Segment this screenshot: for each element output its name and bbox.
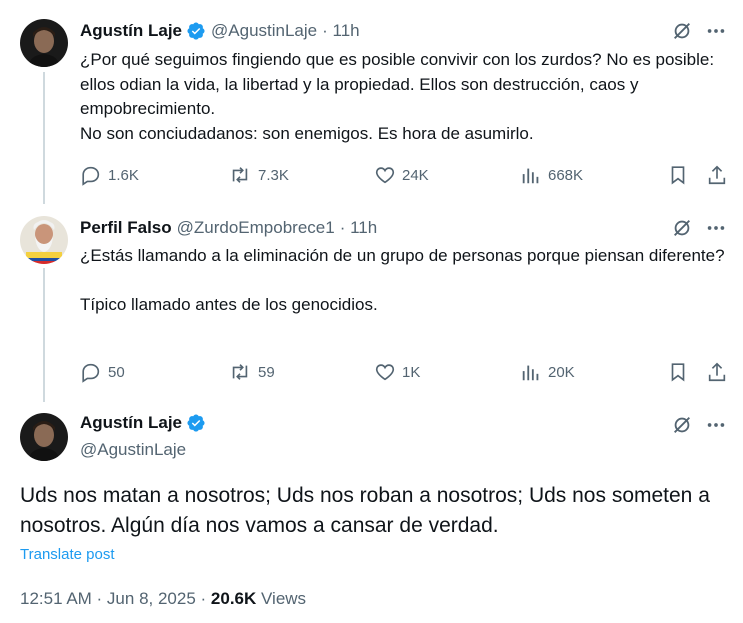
grok-icon[interactable] (671, 414, 693, 436)
more-icon[interactable] (705, 414, 727, 436)
like-button[interactable]: 1K (374, 361, 420, 383)
views-count: 668K (548, 166, 584, 184)
repost-button[interactable]: 59 (228, 361, 275, 383)
author-name[interactable]: Perfil Falso (80, 218, 172, 238)
bookmark-icon (671, 166, 685, 185)
author-name-row: Agustín Laje (80, 413, 206, 433)
views-total: 20.6K (210, 589, 257, 608)
author-handle[interactable]: @AgustinLaje (211, 21, 317, 41)
author-handle[interactable]: @ZurdoEmpobrece1 (177, 218, 335, 238)
avatar-perfil-falso[interactable] (20, 216, 68, 264)
thread-line (43, 72, 45, 204)
repost-count: 7.3K (258, 166, 289, 184)
author-handle[interactable]: @AgustinLaje (80, 440, 186, 460)
reply-count: 1.6K (108, 166, 139, 184)
bookmark-button[interactable] (667, 164, 689, 186)
views-count: 20K (548, 363, 575, 381)
more-icon[interactable] (705, 20, 727, 42)
like-count: 24K (402, 166, 429, 184)
views-button[interactable]: 668K (520, 164, 583, 186)
tweet-header: Perfil Falso @ZurdoEmpobrece1 · 11h (80, 217, 377, 239)
repost-button[interactable]: 7.3K (228, 164, 289, 186)
tweet-actions: 1.6K 7.3K 24K 668K (80, 163, 730, 187)
verified-badge-icon (186, 21, 206, 41)
tweet-header: Agustín Laje @AgustinLaje · 11h (80, 20, 360, 42)
repost-count: 59 (258, 363, 275, 381)
author-name[interactable]: Agustín Laje (80, 413, 182, 433)
tweet-actions: 50 59 1K 20K (80, 360, 730, 384)
tweet-time[interactable]: · 11h (340, 218, 378, 238)
grok-icon[interactable] (671, 20, 693, 42)
tweet-top-icons (671, 20, 727, 42)
timestamp[interactable]: 12:51 AM · Jun 8, 2025 · (20, 589, 211, 608)
tweet-time[interactable]: · 11h (322, 21, 360, 41)
reply-count: 50 (108, 363, 125, 381)
tweet-meta: 12:51 AM · Jun 8, 2025 · 20.6K Views (20, 589, 306, 609)
tweet-top-icons (671, 217, 727, 239)
views-icon (522, 365, 539, 381)
bookmark-icon (671, 363, 685, 382)
tweet-text: ¿Estás llamando a la eliminación de un g… (80, 246, 725, 314)
tweet-text: ¿Por qué seguimos fingiendo que es posib… (80, 50, 715, 143)
bookmark-button[interactable] (667, 361, 689, 383)
avatar-agustin-laje[interactable] (20, 19, 68, 67)
share-button[interactable] (706, 164, 728, 186)
like-icon (375, 167, 395, 184)
reply-icon (82, 363, 100, 383)
reply-icon (82, 166, 100, 186)
more-icon[interactable] (705, 217, 727, 239)
views-button[interactable]: 20K (520, 361, 575, 383)
views-label: Views (256, 589, 307, 608)
share-icon (708, 362, 726, 382)
share-button[interactable] (706, 361, 728, 383)
like-icon (375, 364, 395, 381)
thread-line (43, 268, 45, 402)
avatar-agustin-laje[interactable] (20, 413, 68, 461)
like-count: 1K (402, 363, 421, 381)
share-icon (708, 165, 726, 185)
main-tweet-text: Uds nos matan a nosotros; Uds nos roban … (20, 484, 710, 537)
repost-icon (232, 167, 248, 183)
author-name[interactable]: Agustín Laje (80, 21, 182, 41)
reply-button[interactable]: 50 (80, 361, 125, 383)
repost-icon (232, 364, 248, 380)
like-button[interactable]: 24K (374, 164, 429, 186)
grok-icon[interactable] (671, 217, 693, 239)
views-icon (522, 168, 539, 184)
tweet-top-icons (671, 414, 727, 436)
verified-badge-icon (186, 413, 206, 433)
reply-button[interactable]: 1.6K (80, 164, 139, 186)
translate-post-link[interactable]: Translate post (20, 546, 115, 563)
